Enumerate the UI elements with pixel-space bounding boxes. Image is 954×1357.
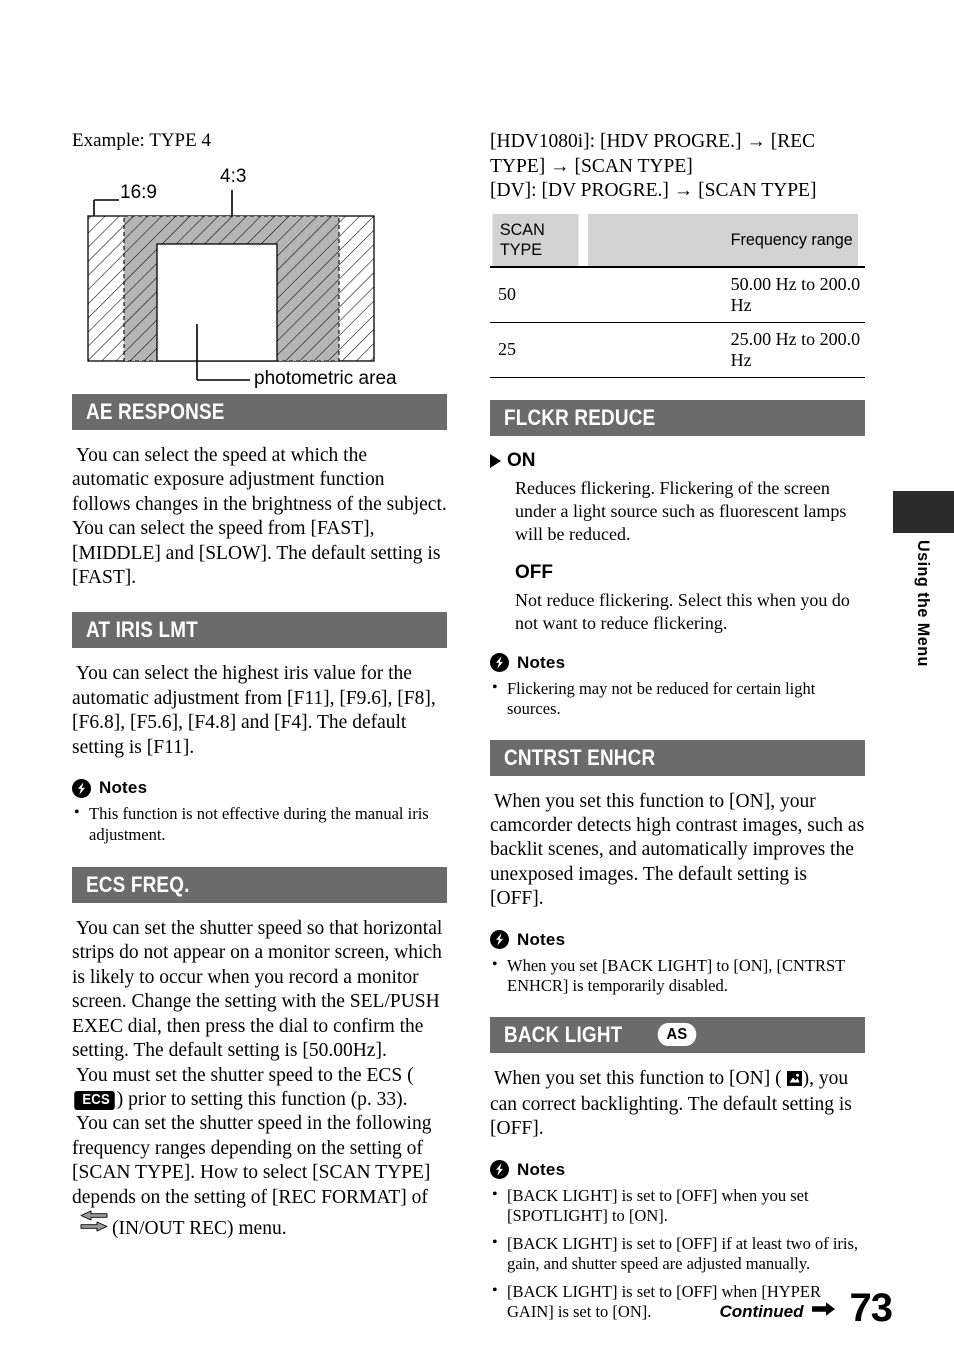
in-out-rec-icon <box>75 1210 109 1239</box>
diagram-label-4-3: 4:3 <box>220 166 247 187</box>
notes-heading: Notes <box>72 778 447 798</box>
note-item: [BACK LIGHT] is set to [OFF] when you se… <box>490 1185 865 1227</box>
intro-line-2: [DV]: [DV PROGRE.] → [SCAN TYPE] <box>490 180 817 201</box>
section-body-at-iris-lmt: You can select the highest iris value fo… <box>72 663 436 758</box>
section-heading-cntrst-enhcr: CNTRST ENHCR <box>490 739 865 776</box>
section-body-ecs-freq-3: You can set the shutter speed in the fol… <box>72 1112 447 1241</box>
table-header-scan-type: SCAN TYPE <box>492 213 579 268</box>
notes-list-at-iris-lmt: This function is not effective during th… <box>72 803 447 845</box>
frequency-range-table: SCAN TYPE Frequency range 50 50.00 Hz to… <box>490 213 865 378</box>
section-title: FLCKR REDUCE <box>504 404 656 430</box>
ecs-text-d: (IN/OUT REC) menu. <box>112 1217 287 1239</box>
section-heading-flckr-reduce: FLCKR REDUCE <box>490 399 865 436</box>
notes-icon <box>72 778 91 798</box>
section-body-ecs-freq-1: You can set the shutter speed so that ho… <box>72 918 443 1062</box>
side-tab-label: Using the Menu <box>914 540 933 667</box>
back-light-text-a: When you set this function to [ON] ( <box>494 1067 782 1089</box>
option-label: ON <box>507 449 536 471</box>
notes-label: Notes <box>517 1159 566 1179</box>
notes-icon <box>490 653 509 672</box>
section-heading-ecs-freq: ECS FREQ. <box>72 867 447 904</box>
section-title: BACK LIGHT <box>504 1021 623 1047</box>
option-off-body: Not reduce flickering. Select this when … <box>515 589 850 633</box>
option-off: OFF <box>490 562 865 584</box>
table-row: 25 25.00 Hz to 200.0 Hz <box>490 322 865 378</box>
note-item: This function is not effective during th… <box>72 803 447 845</box>
option-label: OFF <box>515 561 553 583</box>
section-body-ecs-freq-2: You must set the shutter speed to the EC… <box>72 1064 447 1113</box>
diagram-label-16-9: 16:9 <box>120 182 157 203</box>
notes-label: Notes <box>517 929 566 949</box>
section-title: AT IRIS LMT <box>86 617 198 643</box>
table-cell-frequency: 25.00 Hz to 200.0 Hz <box>580 322 865 378</box>
assign-badge: AS <box>657 1023 696 1047</box>
section-body-cntrst-enhcr: When you set this function to [ON], your… <box>490 790 865 910</box>
section-title: ECS FREQ. <box>86 872 190 898</box>
section-body-ae-response: You can select the speed at which the au… <box>72 445 447 589</box>
document-page: Example: TYPE 4 16:9 4:3 photometric are… <box>0 0 954 1357</box>
table-cell-scan-type: 25 <box>490 322 581 378</box>
notes-heading: Notes <box>490 653 865 673</box>
intro-line-1: [HDV1080i]: [HDV PROGRE.] → [REC TYPE] →… <box>490 131 816 177</box>
notes-icon <box>490 1160 509 1180</box>
notes-label: Notes <box>517 652 566 672</box>
diagram-caption: Example: TYPE 4 <box>72 130 211 151</box>
notes-icon <box>490 930 509 950</box>
ecs-text-c: You can set the shutter speed in the fol… <box>72 1113 432 1208</box>
ecs-badge: ECS <box>74 1090 115 1110</box>
table-row: 50 50.00 Hz to 200.0 Hz <box>490 266 865 323</box>
section-heading-at-iris-lmt: AT IRIS LMT <box>72 612 447 649</box>
table-header-row: SCAN TYPE Frequency range <box>490 213 865 268</box>
section-title: CNTRST ENHCR <box>504 744 656 770</box>
table-cell-frequency: 50.00 Hz to 200.0 Hz <box>580 266 865 323</box>
section-title: AE RESPONSE <box>86 399 225 424</box>
section-body-back-light: When you set this function to [ON] ( ), … <box>490 1067 865 1142</box>
ecs-text-a: You must set the shutter speed to the EC… <box>76 1064 414 1086</box>
page-footer: Continued 73 <box>0 1282 954 1330</box>
continued-arrow-icon <box>811 1301 836 1322</box>
notes-heading: Notes <box>490 930 865 950</box>
side-tab-marker <box>893 491 954 533</box>
note-item: [BACK LIGHT] is set to [OFF] if at least… <box>490 1233 865 1275</box>
note-item: When you set [BACK LIGHT] to [ON], [CNTR… <box>490 955 865 997</box>
diagram-label-photometric-area: photometric area <box>254 368 397 389</box>
table-header-frequency-range: Frequency range <box>587 213 858 268</box>
option-on-body: Reduces flickering. Flickering of the sc… <box>515 477 847 544</box>
ecs-text-b: ) prior to setting this function (p. 33)… <box>116 1088 408 1110</box>
notes-label: Notes <box>99 778 148 798</box>
backlight-icon <box>783 1069 802 1093</box>
table-cell-scan-type: 50 <box>490 266 581 323</box>
selected-marker-icon <box>490 453 501 468</box>
section-heading-ae-response: AE RESPONSE <box>72 394 447 430</box>
right-column: [HDV1080i]: [HDV PROGRE.] → [REC TYPE] →… <box>490 130 865 1330</box>
section-heading-back-light: BACK LIGHT AS <box>490 1016 865 1053</box>
notes-list-cntrst-enhcr: When you set [BACK LIGHT] to [ON], [CNTR… <box>490 955 865 997</box>
notes-list-flckr-reduce: Flickering may not be reduced for certai… <box>490 678 865 720</box>
left-column: Example: TYPE 4 16:9 4:3 photometric are… <box>72 130 447 1241</box>
notes-heading: Notes <box>490 1160 865 1180</box>
photometric-area-diagram: 16:9 4:3 photometric area <box>72 164 447 394</box>
page-number: 73 <box>849 1286 893 1330</box>
option-on: ON <box>490 450 865 472</box>
continued-label: Continued <box>719 1302 804 1321</box>
note-item: Flickering may not be reduced for certai… <box>490 678 865 720</box>
